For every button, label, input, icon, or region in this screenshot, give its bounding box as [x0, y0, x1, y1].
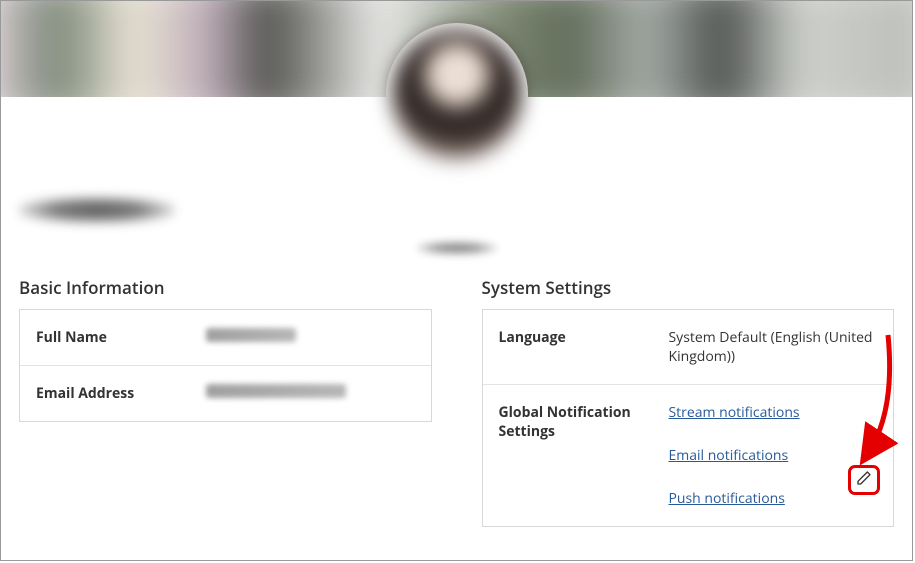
basic-information-heading: Basic Information [19, 276, 432, 299]
email-label: Email Address [36, 384, 206, 403]
email-row: Email Address [20, 366, 431, 421]
avatar[interactable] [386, 23, 528, 165]
pencil-icon [856, 469, 872, 491]
profile-subtitle [417, 241, 497, 255]
edit-button[interactable] [848, 465, 880, 495]
language-value: System Default (English (United Kingdom)… [669, 328, 878, 366]
full-name-row: Full Name [20, 310, 431, 366]
system-settings-panel: Language System Default (English (United… [482, 309, 895, 527]
system-settings-heading: System Settings [482, 276, 895, 299]
full-name-value [206, 328, 415, 347]
stream-notifications-link[interactable]: Stream notifications [669, 403, 878, 422]
push-notifications-link[interactable]: Push notifications [669, 489, 878, 508]
language-label: Language [499, 328, 669, 347]
global-notification-label: Global Notification Settings [499, 403, 669, 441]
full-name-label: Full Name [36, 328, 206, 347]
email-value [206, 384, 415, 403]
basic-information-panel: Full Name Email Address [19, 309, 432, 422]
profile-name [19, 196, 175, 224]
global-notification-row: Global Notification Settings Stream noti… [483, 385, 894, 526]
email-notifications-link[interactable]: Email notifications [669, 446, 878, 465]
notification-links: Stream notifications Email notifications… [669, 403, 878, 508]
language-row: Language System Default (English (United… [483, 310, 894, 385]
